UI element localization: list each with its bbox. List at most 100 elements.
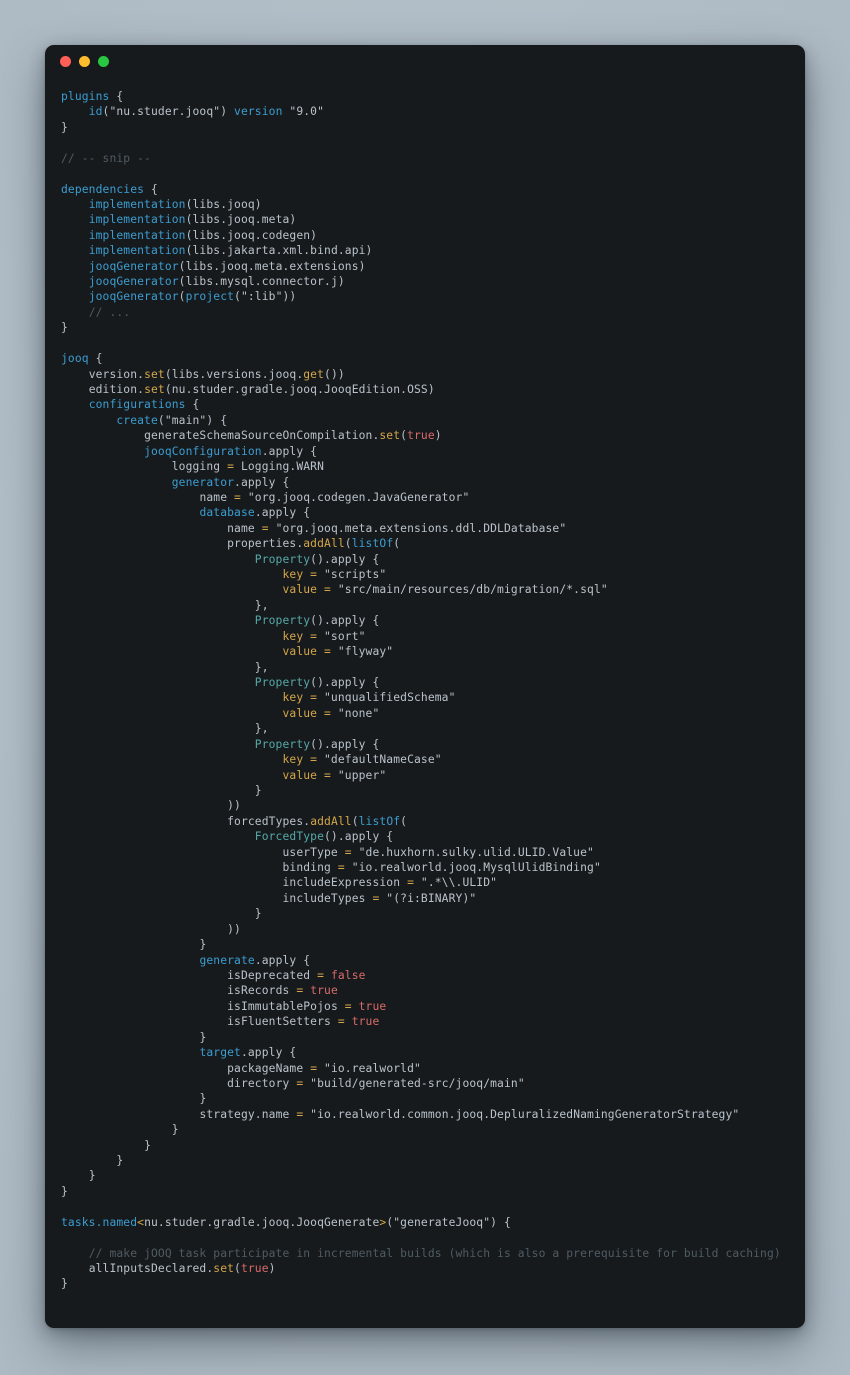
code-line: packageName = "io.realworld"	[61, 1061, 789, 1076]
code-token: ().apply {	[310, 614, 380, 628]
code-token: "flyway"	[330, 645, 394, 659]
code-token: "none"	[330, 706, 380, 720]
code-token: },	[61, 722, 269, 736]
code-line: properties.addAll(listOf(	[61, 536, 789, 551]
code-token: generateSchemaSourceOnCompilation.	[61, 429, 380, 443]
code-line: jooq {	[61, 351, 789, 366]
zoom-button-icon[interactable]	[98, 56, 109, 67]
code-line: target.apply {	[61, 1045, 789, 1060]
code-token: }	[61, 1169, 96, 1183]
code-token: ())	[324, 367, 345, 381]
code-token: // -- snip --	[61, 151, 151, 165]
code-token: ().apply {	[324, 830, 394, 844]
code-line: key = "sort"	[61, 629, 789, 644]
code-token: ().apply {	[310, 675, 380, 689]
window-titlebar[interactable]	[45, 45, 805, 75]
code-token: implementation	[88, 244, 186, 258]
code-token: Property	[254, 737, 311, 751]
code-token: userType	[61, 845, 345, 859]
code-token: value	[282, 645, 318, 659]
code-line: ))	[61, 798, 789, 813]
code-token: .apply {	[240, 1046, 297, 1060]
code-token: {	[185, 398, 200, 412]
minimize-button-icon[interactable]	[79, 56, 90, 67]
code-token: }	[61, 1092, 207, 1106]
code-token: // ...	[88, 305, 131, 319]
code-token: }	[61, 120, 68, 134]
code-token: {	[109, 90, 124, 103]
code-line: value = "none"	[61, 706, 789, 721]
code-token: tasks.named	[61, 1215, 138, 1229]
source-code-block[interactable]: plugins { id("nu.studer.jooq") version "…	[61, 89, 789, 1292]
code-token: (	[178, 290, 186, 304]
code-token: addAll	[310, 814, 352, 828]
code-token: properties.	[61, 537, 304, 551]
close-button-icon[interactable]	[60, 56, 71, 67]
code-line: plugins {	[61, 89, 789, 104]
code-line: name = "org.jooq.meta.extensions.ddl.DDL…	[61, 521, 789, 536]
code-token: )	[268, 1261, 276, 1275]
code-token: )	[434, 429, 442, 443]
code-line: key = "unqualifiedSchema"	[61, 690, 789, 705]
code-token: generator	[171, 475, 235, 489]
code-token: Property	[254, 552, 311, 566]
code-token: "unqualifiedSchema"	[317, 691, 456, 705]
code-content-area[interactable]: plugins { id("nu.studer.jooq") version "…	[45, 75, 805, 1308]
code-line: // -- snip --	[61, 151, 789, 166]
code-line: key = "scripts"	[61, 567, 789, 582]
code-token: }	[61, 783, 262, 797]
code-token: "org.jooq.meta.extensions.ddl.DDLDatabas…	[268, 521, 567, 535]
code-line: jooqGenerator(project(":lib"))	[61, 289, 789, 304]
code-token: },	[61, 598, 269, 612]
code-line: }	[61, 783, 789, 798]
code-token: includeExpression	[61, 876, 408, 890]
code-token: "upper"	[330, 768, 387, 782]
code-line: dependencies {	[61, 182, 789, 197]
code-line: }	[61, 1030, 789, 1045]
code-line: jooqConfiguration.apply {	[61, 444, 789, 459]
code-line: }	[61, 1138, 789, 1153]
code-token: logging	[61, 460, 228, 474]
code-line: ))	[61, 922, 789, 937]
code-token: ().apply {	[310, 737, 380, 751]
code-line: allInputsDeclared.set(true)	[61, 1261, 789, 1276]
code-token: strategy.name	[61, 1107, 297, 1121]
code-token: =	[337, 1015, 345, 1029]
code-token: includeTypes	[61, 891, 373, 905]
code-line: }	[61, 1122, 789, 1137]
code-token: edition.	[61, 382, 145, 396]
code-token: ForcedType	[254, 830, 325, 844]
code-token: (nu.studer.gradle.jooq.JooqEdition.OSS)	[164, 382, 435, 396]
code-token: =	[324, 706, 331, 720]
code-token: ))	[61, 922, 241, 936]
code-line: value = "upper"	[61, 768, 789, 783]
code-line: version.set(libs.versions.jooq.get())	[61, 367, 789, 382]
code-line: }	[61, 1168, 789, 1183]
code-token: (libs.jooq.meta.extensions)	[178, 259, 366, 273]
code-token: // make jOOQ task participate in increme…	[88, 1246, 781, 1260]
code-token: =	[234, 490, 241, 504]
code-line: userType = "de.huxhorn.sulky.ulid.ULID.V…	[61, 845, 789, 860]
code-token: "io.realworld.common.jooq.DepluralizedNa…	[303, 1107, 740, 1121]
code-token: ".*\\.ULID"	[414, 876, 498, 890]
code-token: jooqConfiguration	[144, 444, 262, 458]
code-token: name	[61, 490, 235, 504]
code-line: generator.apply {	[61, 475, 789, 490]
code-line: edition.set(nu.studer.gradle.jooq.JooqEd…	[61, 382, 789, 397]
code-token: "(?i:BINARY)"	[379, 891, 477, 905]
code-token: false	[330, 969, 366, 982]
code-token: }	[61, 1123, 179, 1137]
code-token: key	[282, 691, 304, 705]
code-token: ))	[61, 799, 241, 813]
